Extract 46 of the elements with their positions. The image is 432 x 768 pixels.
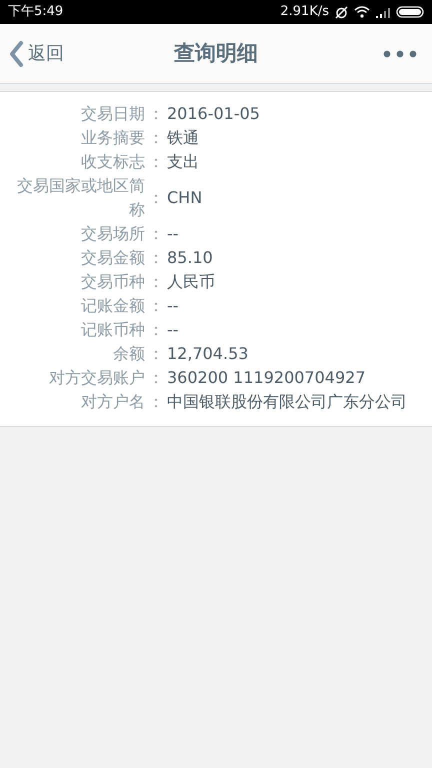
colon: ： <box>147 187 165 209</box>
colon: ： <box>147 151 165 173</box>
detail-value: -- <box>167 295 180 317</box>
colon: ： <box>147 343 165 365</box>
detail-label: 对方户名 <box>80 391 145 413</box>
detail-value: 12,704.53 <box>167 343 250 365</box>
page-title: 查询明细 <box>174 40 258 67</box>
detail-value: 支出 <box>167 151 200 173</box>
detail-value: 人民币 <box>167 271 216 293</box>
back-chevron-icon <box>8 40 24 68</box>
back-button[interactable]: 返回 <box>8 40 64 68</box>
signal-icon <box>376 6 390 18</box>
detail-label: 交易国家或地区简称 <box>16 175 145 221</box>
colon: ： <box>147 103 165 125</box>
detail-label: 余额 <box>112 343 145 365</box>
detail-label: 业务摘要 <box>80 127 145 149</box>
colon: ： <box>147 295 165 317</box>
detail-label: 交易金额 <box>80 247 145 269</box>
detail-value: 85.10 <box>167 247 214 269</box>
detail-label: 收支标志 <box>80 151 145 173</box>
battery-icon <box>396 6 424 18</box>
colon: ： <box>147 367 165 389</box>
detail-value: 铁通 <box>167 127 200 149</box>
detail-value: 中国银联股份有限公司广东分公司 <box>167 391 408 413</box>
detail-label: 交易日期 <box>80 103 145 125</box>
detail-value: -- <box>167 319 180 341</box>
detail-label: 对方交易账户 <box>48 367 145 389</box>
detail-value: CHN <box>167 187 204 209</box>
detail-value: 360200 1119200704927 <box>167 367 366 389</box>
colon: ： <box>147 127 165 149</box>
colon: ： <box>147 391 165 413</box>
detail-label: 记账金额 <box>80 295 145 317</box>
detail-value: -- <box>167 223 180 245</box>
colon: ： <box>147 271 165 293</box>
alarm-off-icon <box>335 6 348 18</box>
detail-label: 交易币种 <box>80 271 145 293</box>
status-time: 下午5:49 <box>8 3 64 22</box>
colon: ： <box>147 223 165 245</box>
colon: ： <box>147 247 165 269</box>
detail-label: 记账币种 <box>80 319 145 341</box>
detail-label: 交易场所 <box>80 223 145 245</box>
network-speed: 2.91K/s <box>280 3 329 22</box>
wifi-icon <box>354 6 370 18</box>
more-dots-icon <box>383 50 417 58</box>
detail-value: 2016-01-05 <box>167 103 261 125</box>
colon: ： <box>147 319 165 341</box>
